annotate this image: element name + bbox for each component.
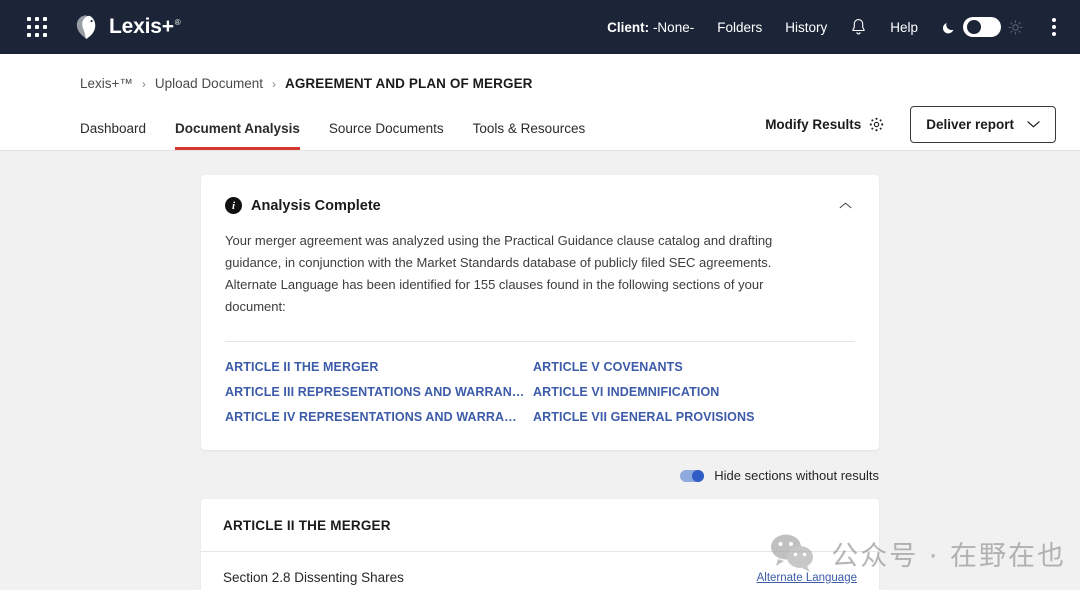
analysis-complete-card: i Analysis Complete Your merger agreemen… bbox=[201, 175, 879, 450]
alternate-language-link[interactable]: Alternate Language bbox=[757, 572, 857, 584]
tab-source-documents[interactable]: Source Documents bbox=[329, 121, 444, 150]
article-links-grid: ARTICLE II THE MERGER ARTICLE V COVENANT… bbox=[201, 342, 879, 450]
main-content-area: i Analysis Complete Your merger agreemen… bbox=[0, 151, 1080, 590]
client-label: Client: bbox=[607, 19, 650, 35]
analysis-card-title: Analysis Complete bbox=[251, 197, 381, 214]
app-grid-icon[interactable] bbox=[24, 14, 50, 40]
bell-icon[interactable] bbox=[850, 18, 867, 36]
tab-bar: Dashboard Document Analysis Source Docum… bbox=[24, 106, 1056, 150]
results-section-card: ARTICLE II THE MERGER Section 2.8 Dissen… bbox=[201, 499, 879, 590]
clause-title: Section 2.8 Dissenting Shares bbox=[223, 570, 404, 585]
brand-trademark: ® bbox=[174, 18, 181, 27]
tab-document-analysis[interactable]: Document Analysis bbox=[175, 121, 300, 150]
top-navigation-bar: Lexis+® Client: -None- Folders History H… bbox=[0, 0, 1080, 54]
theme-mode-toggle[interactable] bbox=[941, 17, 1023, 37]
info-icon: i bbox=[225, 197, 242, 214]
chevron-up-icon[interactable] bbox=[836, 200, 855, 211]
results-section-title: ARTICLE II THE MERGER bbox=[201, 499, 879, 552]
modify-results-button[interactable]: Modify Results bbox=[765, 117, 884, 132]
theme-toggle-knob bbox=[967, 20, 981, 34]
hide-sections-toggle[interactable] bbox=[680, 469, 705, 482]
page-subheader: Lexis+™ › Upload Document › AGREEMENT AN… bbox=[0, 54, 1080, 151]
client-selector[interactable]: Client: -None- bbox=[607, 20, 694, 35]
article-link-4[interactable]: ARTICLE IV REPRESENTATIONS AND WARRANTI.… bbox=[225, 410, 533, 424]
brand-name: Lexis+® bbox=[109, 15, 181, 39]
tab-dashboard[interactable]: Dashboard bbox=[80, 121, 146, 150]
hide-sections-row: Hide sections without results bbox=[201, 468, 879, 483]
table-row[interactable]: Section 2.8 Dissenting Shares Alternate … bbox=[201, 552, 879, 590]
brand-logo[interactable]: Lexis+® bbox=[72, 13, 181, 41]
more-options-icon[interactable] bbox=[1046, 16, 1062, 38]
chevron-down-icon bbox=[1027, 121, 1040, 128]
sun-icon bbox=[1008, 19, 1023, 35]
top-nav-actions: Client: -None- Folders History Help bbox=[607, 16, 1062, 38]
deliver-report-label: Deliver report bbox=[926, 117, 1014, 132]
theme-toggle-track[interactable] bbox=[963, 17, 1001, 37]
breadcrumb-item-current: AGREEMENT AND PLAN OF MERGER bbox=[284, 76, 533, 91]
brand-label: Lexis+ bbox=[109, 15, 174, 38]
analysis-card-header: i Analysis Complete bbox=[201, 175, 879, 214]
article-link-3[interactable]: ARTICLE VI INDEMNIFICATION bbox=[533, 385, 855, 399]
article-link-2[interactable]: ARTICLE III REPRESENTATIONS AND WARRANTI… bbox=[225, 385, 533, 399]
client-value: -None- bbox=[652, 19, 695, 35]
breadcrumb-item-0[interactable]: Lexis+™ bbox=[80, 76, 133, 91]
nav-help[interactable]: Help bbox=[890, 20, 918, 35]
nav-history[interactable]: History bbox=[785, 20, 827, 35]
breadcrumb-separator: › bbox=[141, 76, 146, 91]
tab-tools-resources[interactable]: Tools & Resources bbox=[473, 121, 586, 150]
modify-results-label: Modify Results bbox=[765, 117, 862, 132]
breadcrumb-separator: › bbox=[271, 76, 276, 91]
gear-icon bbox=[869, 117, 884, 132]
analysis-card-body: Your merger agreement was analyzed using… bbox=[201, 214, 879, 322]
tab-bar-actions: Modify Results Deliver report bbox=[765, 106, 1056, 150]
lexis-eagle-logo-icon bbox=[76, 15, 96, 39]
article-link-0[interactable]: ARTICLE II THE MERGER bbox=[225, 360, 533, 374]
article-link-5[interactable]: ARTICLE VII GENERAL PROVISIONS bbox=[533, 410, 855, 424]
deliver-report-button[interactable]: Deliver report bbox=[910, 106, 1056, 143]
nav-folders[interactable]: Folders bbox=[717, 20, 762, 35]
breadcrumb: Lexis+™ › Upload Document › AGREEMENT AN… bbox=[24, 54, 1056, 91]
hide-sections-label: Hide sections without results bbox=[714, 468, 879, 483]
analysis-description: Your merger agreement was analyzed using… bbox=[225, 233, 773, 314]
breadcrumb-item-1[interactable]: Upload Document bbox=[155, 76, 263, 91]
article-link-1[interactable]: ARTICLE V COVENANTS bbox=[533, 360, 855, 374]
moon-icon bbox=[942, 22, 954, 33]
